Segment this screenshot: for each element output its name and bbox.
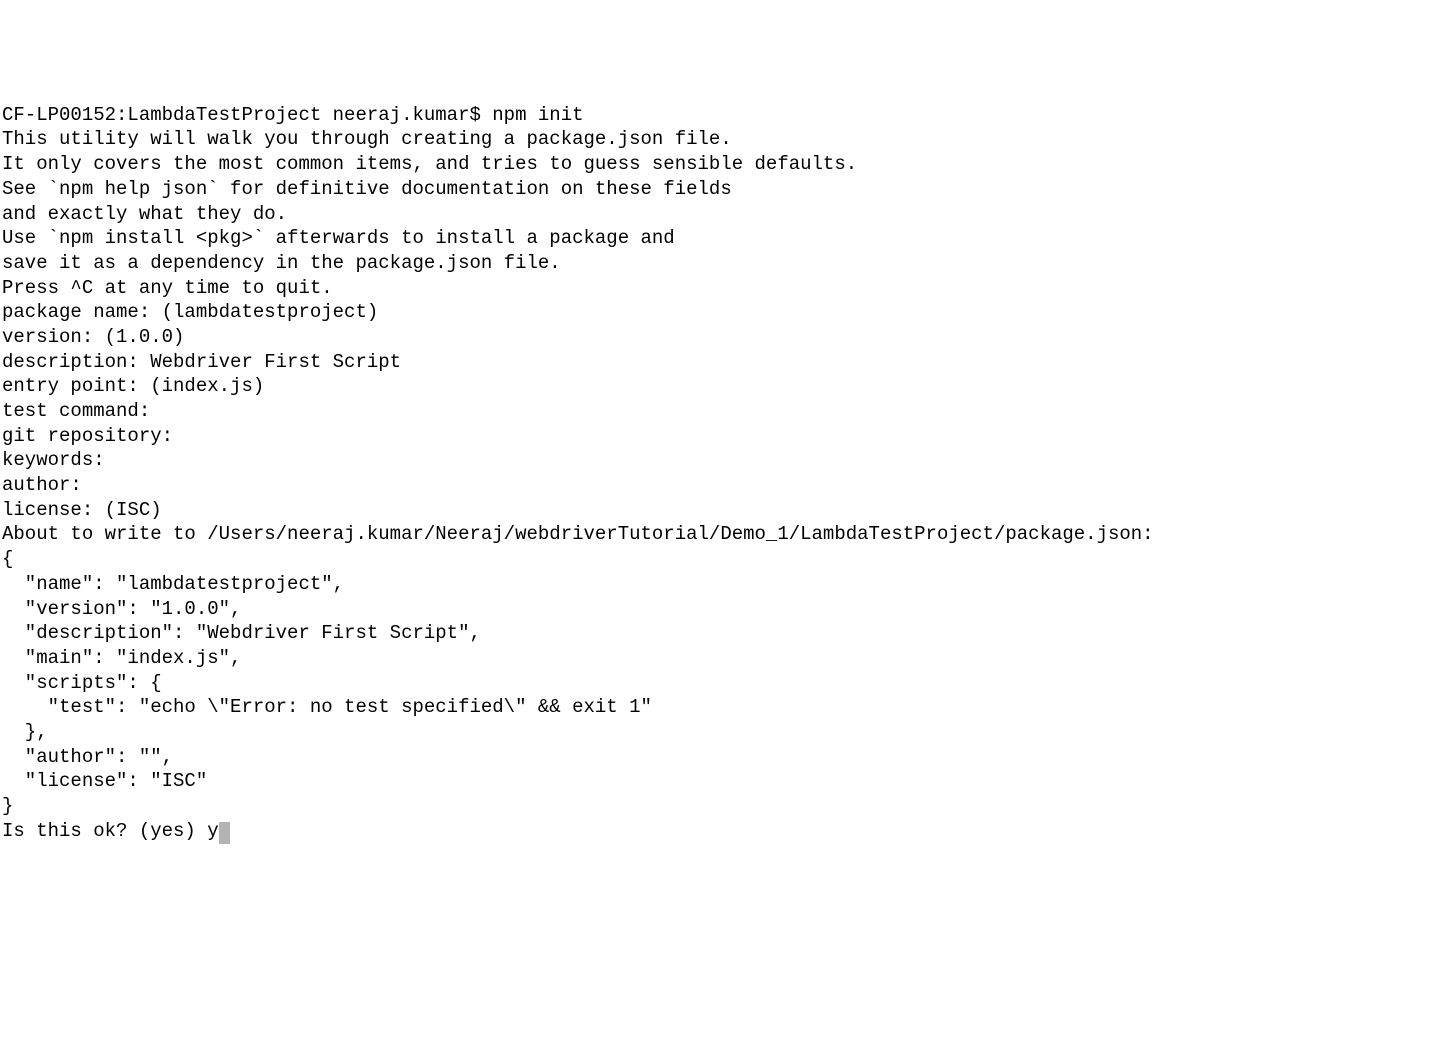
json-line: "version": "1.0.0", (2, 597, 1450, 622)
output-line: save it as a dependency in the package.j… (2, 251, 1450, 276)
json-line: } (2, 794, 1450, 819)
prompt-entry-point: entry point: (index.js) (2, 374, 1450, 399)
json-line: "scripts": { (2, 671, 1450, 696)
json-line: "author": "", (2, 745, 1450, 770)
prompt-version: version: (1.0.0) (2, 325, 1450, 350)
prompt-package-name: package name: (lambdatestproject) (2, 300, 1450, 325)
json-line: "description": "Webdriver First Script", (2, 621, 1450, 646)
prompt-line: CF-LP00152:LambdaTestProject neeraj.kuma… (2, 103, 1450, 128)
json-line: { (2, 547, 1450, 572)
output-line: Press ^C at any time to quit. (2, 276, 1450, 301)
output-line: It only covers the most common items, an… (2, 152, 1450, 177)
prompt-description: description: Webdriver First Script (2, 350, 1450, 375)
output-line: Use `npm install <pkg>` afterwards to in… (2, 226, 1450, 251)
output-line: See `npm help json` for definitive docum… (2, 177, 1450, 202)
output-line: About to write to /Users/neeraj.kumar/Ne… (2, 522, 1450, 547)
prompt-keywords: keywords: (2, 448, 1450, 473)
prompt-test-command: test command: (2, 399, 1450, 424)
cursor-icon (219, 822, 230, 844)
json-line: "test": "echo \"Error: no test specified… (2, 695, 1450, 720)
prompt-git-repository: git repository: (2, 424, 1450, 449)
json-line: "license": "ISC" (2, 769, 1450, 794)
json-line: }, (2, 720, 1450, 745)
json-line: "name": "lambdatestproject", (2, 572, 1450, 597)
prompt-is-ok[interactable]: Is this ok? (yes) y (2, 819, 1450, 844)
json-line: "main": "index.js", (2, 646, 1450, 671)
output-line: and exactly what they do. (2, 202, 1450, 227)
prompt-license: license: (ISC) (2, 498, 1450, 523)
prompt-text: Is this ok? (yes) y (2, 820, 219, 842)
output-line: This utility will walk you through creat… (2, 127, 1450, 152)
prompt-author: author: (2, 473, 1450, 498)
terminal-output[interactable]: CF-LP00152:LambdaTestProject neeraj.kuma… (2, 103, 1450, 844)
